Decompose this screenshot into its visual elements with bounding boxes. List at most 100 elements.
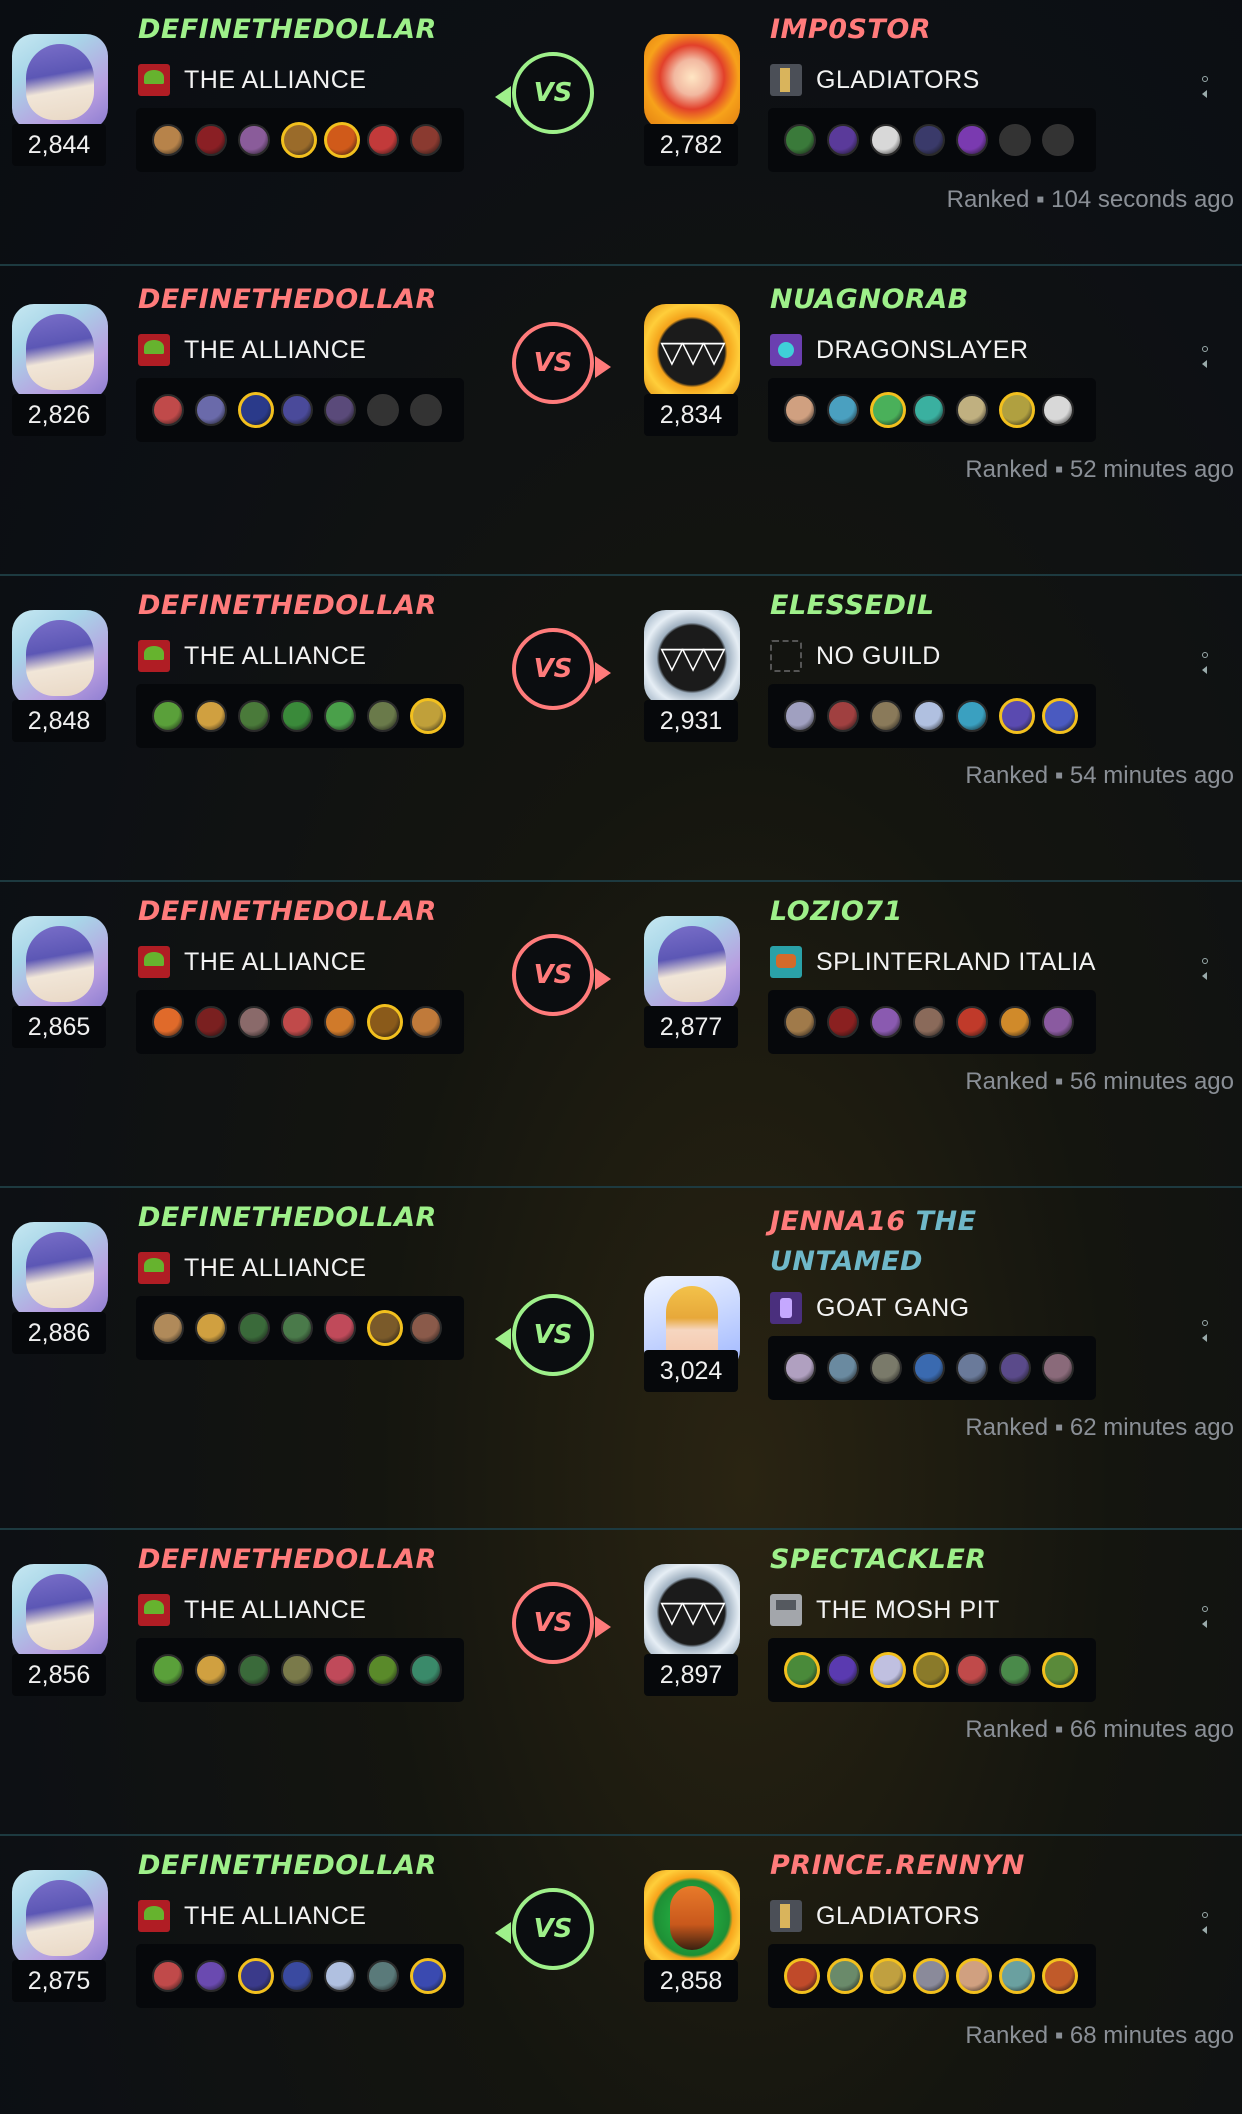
card-icon[interactable] bbox=[238, 124, 270, 156]
card-icon[interactable] bbox=[827, 700, 859, 732]
skull-avatar[interactable] bbox=[644, 34, 740, 130]
guild[interactable]: THE ALLIANCE bbox=[138, 638, 366, 674]
monster-silver-avatar[interactable]: ▽▽▽ bbox=[644, 610, 740, 706]
battle-row[interactable]: 2,848 DEFINETHEDOLLAR THE ALLIANCE ▽▽▽ 2,931… bbox=[0, 576, 1242, 882]
vs-badge[interactable]: VS bbox=[495, 1294, 594, 1376]
player-name[interactable]: DEFINETHEDOLLAR bbox=[138, 1850, 437, 1881]
share-replay-icons[interactable] bbox=[1202, 346, 1212, 386]
player-name[interactable]: SPECTACKLER bbox=[770, 1544, 987, 1575]
card-icon[interactable] bbox=[999, 1352, 1031, 1384]
guild[interactable]: NO GUILD bbox=[770, 638, 941, 674]
card-icon[interactable] bbox=[152, 1006, 184, 1038]
card-icon[interactable] bbox=[870, 124, 902, 156]
share-replay-icons[interactable] bbox=[1202, 1320, 1212, 1360]
guild[interactable]: THE ALLIANCE bbox=[138, 1898, 366, 1934]
vs-badge[interactable]: VS bbox=[512, 934, 611, 1016]
share-replay-icons[interactable] bbox=[1202, 1912, 1212, 1952]
share-icon[interactable] bbox=[1202, 1334, 1207, 1342]
card-icon[interactable] bbox=[410, 1006, 442, 1038]
card-icon[interactable] bbox=[281, 1960, 313, 1992]
replay-icon[interactable] bbox=[1202, 1320, 1208, 1326]
card-icon[interactable] bbox=[999, 698, 1035, 734]
guild[interactable]: THE ALLIANCE bbox=[138, 1592, 366, 1628]
card-icon[interactable] bbox=[784, 1352, 816, 1384]
card-icon[interactable] bbox=[152, 124, 184, 156]
guild[interactable]: SPLINTERLAND ITALIA bbox=[770, 944, 1096, 980]
vs-badge[interactable]: VS bbox=[495, 1888, 594, 1970]
card-icon[interactable] bbox=[784, 394, 816, 426]
card-icon[interactable] bbox=[1042, 394, 1074, 426]
card-icon[interactable] bbox=[410, 698, 446, 734]
card-icon[interactable] bbox=[784, 700, 816, 732]
wizard-avatar[interactable] bbox=[12, 916, 108, 1012]
card-icon[interactable] bbox=[281, 1654, 313, 1686]
monster-avatar[interactable]: ▽▽▽ bbox=[644, 304, 740, 400]
vs-badge[interactable]: VS bbox=[512, 322, 611, 404]
card-icon[interactable] bbox=[195, 1654, 227, 1686]
card-icon[interactable] bbox=[956, 394, 988, 426]
card-icon[interactable] bbox=[238, 392, 274, 428]
guild[interactable]: THE MOSH PIT bbox=[770, 1592, 1000, 1628]
share-icon[interactable] bbox=[1202, 360, 1207, 368]
player-name[interactable]: LOZIO71 bbox=[770, 896, 903, 927]
card-icon[interactable] bbox=[827, 1352, 859, 1384]
card-icon[interactable] bbox=[870, 1006, 902, 1038]
card-icon[interactable] bbox=[367, 1654, 399, 1686]
share-replay-icons[interactable] bbox=[1202, 1606, 1212, 1646]
card-icon[interactable] bbox=[956, 124, 988, 156]
card-icon[interactable] bbox=[367, 1004, 403, 1040]
replay-icon[interactable] bbox=[1202, 1912, 1208, 1918]
card-icon[interactable] bbox=[956, 1352, 988, 1384]
card-icon[interactable] bbox=[827, 1006, 859, 1038]
card-icon[interactable] bbox=[827, 124, 859, 156]
card-icon[interactable] bbox=[913, 700, 945, 732]
replay-icon[interactable] bbox=[1202, 958, 1208, 964]
card-icon[interactable] bbox=[195, 1960, 227, 1992]
guild[interactable]: DRAGONSLAYER bbox=[770, 332, 1029, 368]
card-icon[interactable] bbox=[999, 1006, 1031, 1038]
card-icon[interactable] bbox=[152, 1960, 184, 1992]
battle-row[interactable]: 2,875 DEFINETHEDOLLAR THE ALLIANCE 2,858 PRI… bbox=[0, 1836, 1242, 2114]
player-name[interactable]: NUAGNORAB bbox=[770, 284, 969, 315]
player-name[interactable]: JENNA16 THE UNTAMED bbox=[770, 1202, 1010, 1282]
card-icon[interactable] bbox=[324, 1960, 356, 1992]
card-icon[interactable] bbox=[870, 1652, 906, 1688]
card-icon[interactable] bbox=[152, 394, 184, 426]
card-icon[interactable] bbox=[281, 394, 313, 426]
card-icon[interactable] bbox=[999, 1654, 1031, 1686]
card-icon[interactable] bbox=[324, 394, 356, 426]
card-icon[interactable] bbox=[152, 1654, 184, 1686]
card-icon[interactable] bbox=[281, 700, 313, 732]
guild[interactable]: GLADIATORS bbox=[770, 1898, 980, 1934]
vs-badge[interactable]: VS bbox=[495, 52, 594, 134]
card-icon[interactable] bbox=[827, 1654, 859, 1686]
card-icon[interactable] bbox=[1042, 1652, 1078, 1688]
player-name[interactable]: DEFINETHEDOLLAR bbox=[138, 896, 437, 927]
card-icon[interactable] bbox=[238, 700, 270, 732]
card-icon[interactable] bbox=[784, 1958, 820, 1994]
player-name[interactable]: DEFINETHEDOLLAR bbox=[138, 14, 437, 45]
share-replay-icons[interactable] bbox=[1202, 958, 1212, 998]
card-icon[interactable] bbox=[324, 1006, 356, 1038]
card-icon[interactable] bbox=[827, 1958, 863, 1994]
share-icon[interactable] bbox=[1202, 972, 1207, 980]
player-name[interactable]: IMP0STOR bbox=[770, 14, 931, 45]
share-icon[interactable] bbox=[1202, 1926, 1207, 1934]
replay-icon[interactable] bbox=[1202, 652, 1208, 658]
card-icon[interactable] bbox=[870, 1352, 902, 1384]
card-icon[interactable] bbox=[1042, 1958, 1078, 1994]
share-replay-icons[interactable] bbox=[1202, 76, 1212, 116]
card-icon[interactable] bbox=[956, 1958, 992, 1994]
wizard-avatar[interactable] bbox=[12, 1222, 108, 1318]
share-icon[interactable] bbox=[1202, 1620, 1207, 1628]
card-icon[interactable] bbox=[913, 1652, 949, 1688]
card-icon[interactable] bbox=[870, 1958, 906, 1994]
player-name[interactable]: DEFINETHEDOLLAR bbox=[138, 1202, 437, 1233]
share-icon[interactable] bbox=[1202, 90, 1207, 98]
card-icon[interactable] bbox=[956, 1006, 988, 1038]
card-icon[interactable] bbox=[195, 394, 227, 426]
card-icon[interactable] bbox=[195, 1312, 227, 1344]
card-icon[interactable] bbox=[410, 1312, 442, 1344]
player-name[interactable]: DEFINETHEDOLLAR bbox=[138, 284, 437, 315]
guild[interactable]: THE ALLIANCE bbox=[138, 332, 366, 368]
